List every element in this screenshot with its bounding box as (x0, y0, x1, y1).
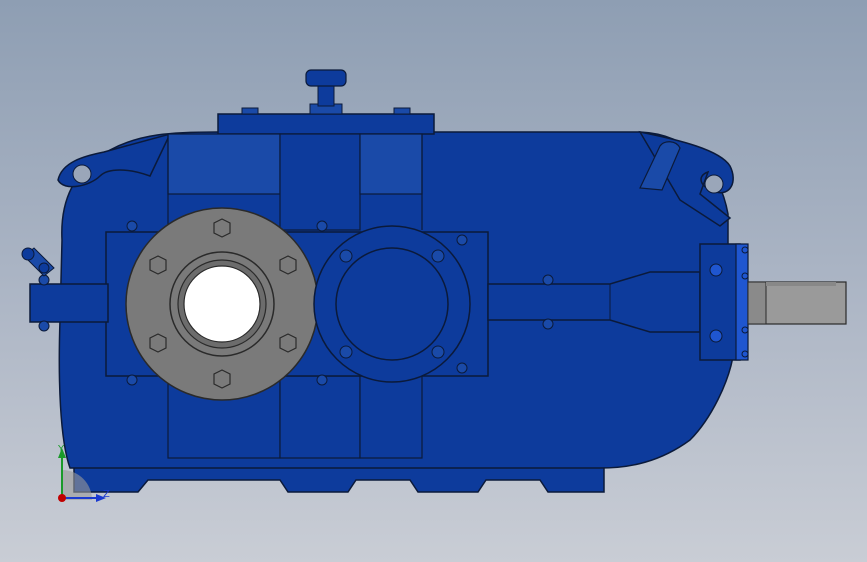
coordinate-triad: Y Z (57, 444, 110, 502)
origin-icon (58, 494, 66, 502)
gear-reducer-model[interactable] (0, 0, 867, 562)
oil-valve (21, 247, 55, 277)
output-end-cap (699, 243, 749, 361)
graphics-viewport[interactable]: Y Z (0, 0, 867, 562)
input-flange (125, 207, 319, 401)
bearing-cover (313, 225, 471, 383)
z-axis-label: Z (103, 489, 110, 500)
left-shaft-housing (29, 274, 109, 332)
output-shaft (747, 281, 847, 325)
y-axis-label: Y (57, 444, 65, 455)
vent-cap (305, 69, 347, 115)
